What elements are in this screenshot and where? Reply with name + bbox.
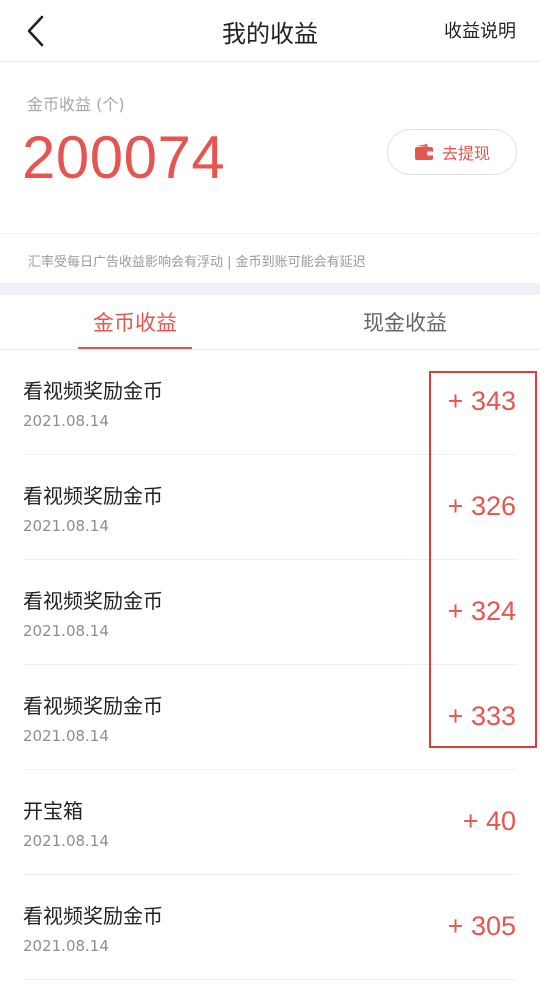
record-date: 2021.08.14 <box>23 517 109 535</box>
tab-coin-earnings[interactable]: 金币收益 <box>0 307 270 337</box>
earnings-tabs: 金币收益 现金收益 <box>0 295 540 350</box>
record-title: 看视频奖励金币 <box>23 694 163 718</box>
record-date: 2021.08.14 <box>23 727 109 745</box>
record-date: 2021.08.14 <box>23 622 109 640</box>
record-amount: + 40 <box>462 806 516 836</box>
record-title: 看视频奖励金币 <box>23 484 163 508</box>
section-divider <box>0 283 540 295</box>
active-tab-indicator <box>78 347 192 349</box>
record-date: 2021.08.14 <box>23 937 109 955</box>
coin-balance-value: 200074 <box>22 124 226 191</box>
coin-balance-label: 金币收益 (个) <box>27 95 125 114</box>
record-amount: + 305 <box>447 911 516 941</box>
record-title: 看视频奖励金币 <box>23 379 163 403</box>
record-date: 2021.08.14 <box>23 832 109 850</box>
exchange-rate-notice: 汇率受每日广告收益影响会有浮动 | 金币到账可能会有延迟 <box>0 233 540 283</box>
record-date: 2021.08.14 <box>23 412 109 430</box>
record-title: 看视频奖励金币 <box>23 589 163 613</box>
record-title: 开宝箱 <box>23 799 83 823</box>
withdraw-label: 去提现 <box>441 144 490 163</box>
tab-cash-earnings[interactable]: 现金收益 <box>270 307 540 337</box>
top-bar: 我的收益 收益说明 <box>0 0 540 62</box>
earnings-help-link[interactable]: 收益说明 <box>444 17 516 43</box>
list-item: 开宝箱 2021.08.14 + 40 <box>0 770 540 875</box>
wallet-icon <box>414 144 433 160</box>
notice-text: 汇率受每日广告收益影响会有浮动 | 金币到账可能会有延迟 <box>28 255 366 270</box>
withdraw-button[interactable]: 去提现 <box>387 129 517 175</box>
coin-summary: 金币收益 (个) 200074 去提现 <box>0 63 540 233</box>
list-item: 看视频奖励金币 2021.08.14 + 305 <box>0 875 540 980</box>
annotation-highlight-box <box>429 371 537 748</box>
record-title: 看视频奖励金币 <box>23 904 163 928</box>
